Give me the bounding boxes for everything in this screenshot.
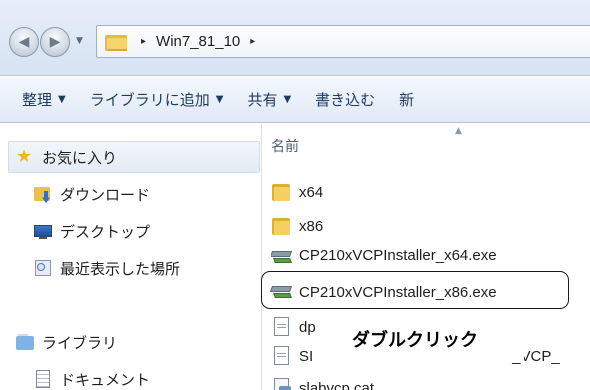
sidebar-item-desktop[interactable]: デスクトップ: [34, 216, 150, 246]
command-toolbar: 整理 ▼ ライブラリに追加 ▼ 共有 ▼ 書き込む 新: [0, 77, 590, 123]
file-name: dp: [299, 318, 316, 336]
file-row-slabvcp-cat[interactable]: slabvcp.cat: [271, 376, 374, 390]
column-header-name[interactable]: 名前: [271, 136, 299, 156]
sidebar-item-recent-places[interactable]: 最近表示した場所: [34, 253, 180, 283]
sidebar-item-label: お気に入り: [42, 148, 118, 167]
breadcrumb-separator-icon[interactable]: ▸: [250, 36, 255, 47]
burn-label: 書き込む: [315, 91, 376, 109]
sidebar-item-favorites[interactable]: ★ お気に入り: [16, 142, 117, 172]
breadcrumb-win7-81-10[interactable]: Win7_81_10: [156, 33, 240, 50]
double-click-callout: ダブルクリック: [328, 316, 524, 362]
back-button[interactable]: ◀: [9, 27, 39, 57]
file-row-x64[interactable]: x64: [271, 180, 323, 204]
chevron-down-icon: ▼: [215, 94, 224, 105]
file-name: SI: [299, 347, 314, 365]
downloads-folder-icon: [34, 185, 54, 203]
star-icon: ★: [16, 146, 33, 167]
document-icon: [34, 370, 54, 388]
chevron-down-icon: ▼: [283, 94, 292, 105]
desktop-icon: [34, 222, 54, 240]
file-name: CP210xVCPInstaller_x64.exe: [299, 247, 497, 263]
sidebar-item-label: デスクトップ: [60, 222, 151, 241]
share-label: 共有: [247, 91, 278, 109]
sidebar-item-label: ドキュメント: [60, 370, 151, 389]
burn-button[interactable]: 書き込む: [315, 89, 375, 110]
new-folder-label: 新: [399, 91, 415, 109]
file-row-sl[interactable]: SI: [271, 344, 313, 368]
add-to-library-menu-button[interactable]: ライブラリに追加 ▼: [90, 89, 224, 110]
recent-pages-dropdown-icon[interactable]: ▼: [76, 36, 83, 46]
target-highlight-outline: [261, 271, 569, 309]
organize-label: 整理: [22, 91, 53, 109]
file-name: x86: [299, 217, 324, 235]
breadcrumb-separator-icon[interactable]: ▸: [141, 36, 146, 47]
sidebar-item-downloads[interactable]: ダウンロード: [34, 179, 150, 209]
sidebar-item-libraries[interactable]: ライブラリ: [16, 327, 117, 357]
file-name: slabvcp.cat: [299, 379, 375, 390]
sort-ascending-icon: ▲: [455, 126, 462, 136]
recent-places-icon: [34, 259, 54, 277]
file-row-x86[interactable]: x86: [271, 214, 323, 238]
chevron-down-icon: ▼: [58, 94, 66, 105]
folder-icon: [271, 216, 293, 236]
installer-icon: [271, 247, 293, 263]
address-input[interactable]: ▸ Win7_81_10 ▸: [96, 25, 590, 58]
forward-button[interactable]: ▶: [40, 27, 70, 57]
file-name: x64: [299, 183, 324, 201]
folder-icon: [105, 33, 127, 51]
add-to-library-label: ライブラリに追加: [89, 91, 210, 109]
sidebar-item-documents[interactable]: ドキュメント: [34, 364, 150, 390]
text-file-icon: [271, 317, 293, 337]
sidebar-item-label: ライブラリ: [42, 333, 118, 352]
organize-menu-button[interactable]: 整理 ▼: [22, 89, 66, 110]
text-file-icon: [271, 346, 293, 366]
navigation-pane: ★ お気に入り ダウンロード デスクトップ 最近表示した場所 ライブラリ ドキュ…: [0, 124, 262, 390]
library-icon: [16, 333, 36, 351]
callout-text: ダブルクリック: [352, 330, 478, 351]
back-arrow-icon: ◀: [18, 34, 30, 50]
forward-arrow-icon: ▶: [49, 34, 61, 50]
sidebar-item-label: ダウンロード: [60, 185, 151, 204]
file-row-cp210x-x64[interactable]: CP210xVCPInstaller_x64.exe: [271, 247, 497, 263]
folder-icon: [271, 182, 293, 202]
address-bar-area: ◀ ▶ ▼ ▸ Win7_81_10 ▸: [0, 0, 590, 76]
share-menu-button[interactable]: 共有 ▼: [247, 89, 291, 110]
catalog-file-icon: [271, 378, 293, 390]
file-row-dp[interactable]: dp: [271, 315, 316, 339]
sidebar-item-label: 最近表示した場所: [60, 259, 181, 278]
new-folder-button[interactable]: 新: [399, 89, 414, 110]
